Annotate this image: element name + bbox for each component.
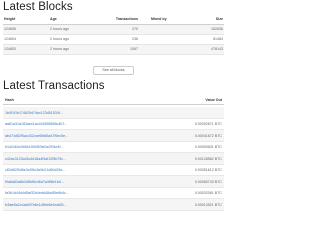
- block-height-link[interactable]: 124654: [3, 34, 49, 45]
- column-header-age: Age: [49, 15, 107, 25]
- column-header-height: Height: [3, 15, 49, 25]
- transaction-hash-link[interactable]: c42ac3123cd3c4d18a4f3af12f5b79c...: [5, 157, 66, 161]
- block-age: 2 hours ago: [49, 24, 107, 35]
- list-item: fc5ae5a2c4ab5f7b6e1d5bb5e1ea6f3... 0.000…: [3, 199, 224, 211]
- block-transactions: 270: [107, 24, 139, 35]
- block-size: 152836: [185, 24, 224, 35]
- list-item: 1b0f1f1b174629d74ec123d51534f...: [3, 107, 224, 119]
- blocks-header-row: Height Age Transactions Mined by Size: [3, 15, 224, 25]
- table-row: 124653 2 hours ago 1067 478143: [3, 44, 224, 55]
- column-header-mined-by: Mined by: [139, 15, 185, 25]
- latest-transactions-list: 1b0f1f1b174629d74ec123d51534f... aa61a31…: [3, 107, 224, 211]
- table-row: 124655 2 hours ago 270 152836: [3, 24, 224, 35]
- transaction-hash-link[interactable]: aa61a31a183aec1ac444558566c4b7...: [5, 122, 67, 126]
- block-mined-by: [139, 24, 185, 35]
- table-row: 124654 2 hours ago 236 81484: [3, 34, 224, 45]
- column-header-hash: Hash: [5, 98, 14, 102]
- transaction-value-out: 0.00053631 BTC: [194, 145, 222, 149]
- transaction-hash-link[interactable]: f9a6a62a6b2d5bf5c46d7a4ff8e16d...: [5, 180, 64, 184]
- block-size: 478143: [185, 44, 224, 55]
- block-height-link[interactable]: 124655: [3, 24, 49, 35]
- column-header-size: Size: [185, 15, 224, 25]
- transaction-value-out: 0.00128562 BTC: [194, 156, 222, 161]
- list-item: c83d62f3d6e3c5f4c3e0b21d60d26e... 0.0005…: [3, 165, 224, 176]
- block-height-link[interactable]: 124653: [3, 44, 49, 55]
- block-mined-by: [139, 44, 185, 55]
- transaction-hash-link[interactable]: ab474d52f5ac432cce6fd65a47f5ec5e...: [5, 134, 68, 138]
- transaction-value-out: 0.00013521 BTC: [194, 202, 222, 207]
- transaction-value-out: 0.00041672 BTC: [194, 133, 222, 138]
- block-mined-by: [139, 34, 185, 45]
- block-transactions: 1067: [107, 44, 139, 55]
- list-item: ab474d52f5ac432cce6fd65a47f5ec5e... 0.00…: [3, 130, 224, 142]
- block-transactions: 236: [107, 34, 139, 45]
- latest-transactions-title: Latest Transactions: [3, 80, 105, 92]
- list-item: aa61a31a183aec1ac444558566c4b7... 0.0005…: [3, 119, 224, 130]
- transaction-hash-link[interactable]: fa3b1d44d4d5af32b4edd48a4f5e6b4c...: [5, 191, 69, 195]
- transactions-header-row: Hash Value Out: [3, 96, 224, 105]
- block-size: 81484: [185, 34, 224, 45]
- transaction-hash-link[interactable]: b1d2c64c0b5b1f4f4f53fe0a7f04e4f...: [5, 145, 64, 149]
- transaction-hash-link[interactable]: fc5ae5a2c4ab5f7b6e1d5bb5e1ea6f3...: [5, 203, 67, 207]
- list-item: b1d2c64c0b5b1f4f4f53fe0a7f04e4f... 0.000…: [3, 142, 224, 153]
- see-all-blocks-button[interactable]: See all blocks: [93, 66, 134, 75]
- column-header-value-out: Value Out: [205, 98, 222, 102]
- list-item: fa3b1d44d4d5af32b4edd48a4f5e6b4c... 0.00…: [3, 188, 224, 199]
- column-header-transactions: Transactions: [107, 15, 139, 25]
- list-item: f9a6a62a6b2d5bf5c46d7a4ff8e16d... 0.0006…: [3, 176, 224, 188]
- transaction-hash-link[interactable]: c83d62f3d6e3c5f4c3e0b21d60d26e...: [5, 168, 65, 172]
- transaction-value-out: 0.00060743 BTC: [194, 179, 222, 184]
- block-age: 2 hours ago: [49, 44, 107, 55]
- latest-blocks-title: Latest Blocks: [3, 1, 73, 13]
- list-item: c42ac3123cd3c4d18a4f3af12f5b79c... 0.001…: [3, 153, 224, 165]
- transaction-hash-link[interactable]: 1b0f1f1b174629d74ec123d51534f...: [5, 111, 63, 115]
- latest-blocks-table: Height Age Transactions Mined by Size 12…: [3, 15, 224, 55]
- transaction-value-out: 0.00051612 BTC: [194, 168, 222, 172]
- transaction-value-out: 0.00052671 BTC: [194, 122, 222, 126]
- transaction-value-out: 0.00032061 BTC: [194, 191, 222, 195]
- block-age: 2 hours ago: [49, 34, 107, 45]
